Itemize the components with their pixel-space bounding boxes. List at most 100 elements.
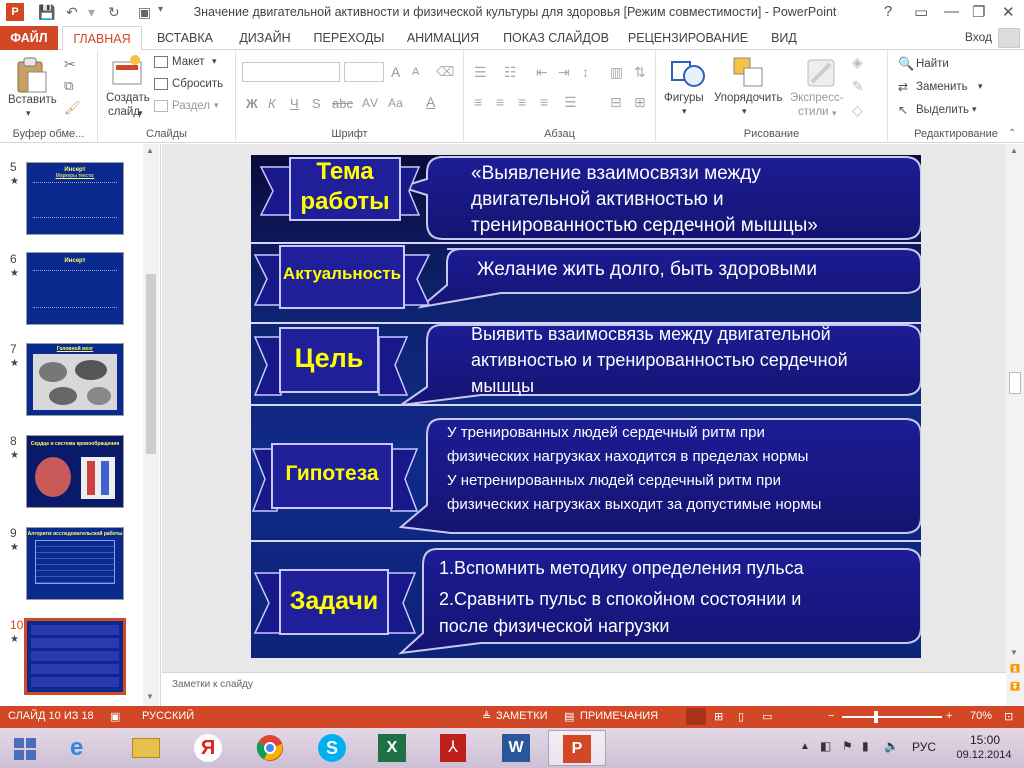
slide-thumbnail-7[interactable]: Головной мозг	[26, 343, 124, 416]
slide-scrollbar[interactable]: ▲ ▼ ⏫ ⏬	[1006, 144, 1024, 706]
new-slide-dropdown-icon[interactable]: ▾	[138, 108, 143, 119]
comments-button[interactable]: ПРИМЕЧАНИЯ	[580, 710, 658, 722]
show-hidden-icons-icon[interactable]: ▲	[800, 741, 810, 752]
shape-outline-icon[interactable]: ✎	[852, 78, 864, 95]
yandex-taskbar-button[interactable]: Я	[178, 730, 236, 766]
thumbnails-scrollbar[interactable]: ▲ ▼	[143, 144, 159, 706]
new-slide-button[interactable]: Создать	[106, 92, 150, 104]
align-text-icon[interactable]: ⊟	[610, 94, 622, 111]
arrange-icon[interactable]	[732, 56, 766, 90]
zoom-level[interactable]: 70%	[970, 710, 992, 722]
spellcheck-icon[interactable]: ▣	[110, 710, 120, 723]
shape-effects-icon[interactable]: ◇	[852, 102, 863, 119]
section-dropdown-icon[interactable]: ▾	[214, 100, 219, 111]
excel-taskbar-button[interactable]: X	[362, 730, 420, 766]
increase-indent-icon[interactable]: ⇥	[558, 64, 570, 81]
reset-button[interactable]: Сбросить	[172, 78, 223, 90]
shapes-button[interactable]: Фигуры	[664, 92, 704, 104]
arrange-dropdown-icon[interactable]: ▾	[742, 106, 747, 117]
change-case-button[interactable]: Аа	[388, 96, 403, 110]
ie-taskbar-button[interactable]: e	[52, 730, 110, 766]
tasks-text[interactable]: 1.Вспомнить методику определения пульса …	[439, 553, 804, 642]
fit-slide-icon[interactable]: ⊡	[1004, 710, 1013, 723]
format-painter-icon[interactable]: 🖌	[64, 100, 81, 116]
zoom-slider-thumb[interactable]	[874, 711, 878, 723]
prev-slide-icon[interactable]: ⏫	[1010, 664, 1020, 673]
layout-dropdown-icon[interactable]: ▾	[212, 56, 217, 67]
shrink-font-button[interactable]: A	[412, 66, 419, 78]
grow-font-button[interactable]: A	[391, 64, 400, 80]
reading-view-icon[interactable]: ▯	[738, 710, 744, 723]
zoom-in-icon[interactable]: +	[946, 710, 952, 722]
action-center-icon[interactable]: ⚑	[842, 739, 853, 753]
minimize-button[interactable]: —	[944, 3, 959, 20]
tab-animations[interactable]: АНИМАЦИЯ	[398, 26, 488, 50]
tab-review[interactable]: РЕЦЕНЗИРОВАНИЕ	[624, 26, 752, 50]
shadow-button[interactable]: S	[312, 96, 321, 111]
volume-icon[interactable]: 🔈	[884, 739, 899, 753]
new-slide-icon[interactable]	[110, 54, 144, 88]
slide-sorter-icon[interactable]: ⊞	[714, 710, 723, 723]
ribbon-display-options-button[interactable]: ▭	[914, 3, 928, 21]
slide-thumbnail-8[interactable]: Сердце и система кровообращения	[26, 435, 124, 508]
tab-view[interactable]: ВИД	[760, 26, 808, 50]
smartart-icon[interactable]: ⊞	[634, 94, 646, 111]
notes-pane[interactable]: Заметки к слайду	[162, 672, 1006, 706]
tab-home[interactable]: ГЛАВНАЯ	[62, 26, 142, 51]
close-button[interactable]: ✕	[1002, 3, 1015, 21]
cut-icon[interactable]: ✂	[64, 56, 76, 73]
maximize-button[interactable]: ❐	[972, 3, 985, 21]
start-slideshow-icon[interactable]: ▣	[138, 4, 151, 21]
clock-time[interactable]: 15:00	[960, 733, 1010, 747]
explorer-taskbar-button[interactable]	[116, 730, 174, 766]
notes-toggle-icon[interactable]: ≜	[482, 710, 491, 723]
topic-text[interactable]: «Выявление взаимосвязи между двигательно…	[471, 161, 818, 239]
slide-thumbnail-5[interactable]: Инсерт Маркеры текста:	[26, 162, 124, 235]
quick-styles-button[interactable]: Экспресс-	[790, 92, 844, 104]
numbering-icon[interactable]: ☷	[504, 64, 517, 81]
network-icon[interactable]: ▮	[862, 739, 869, 753]
tab-design[interactable]: ДИЗАЙН	[230, 26, 300, 50]
align-center-icon[interactable]: ≡	[496, 94, 504, 110]
scroll-thumb[interactable]	[1009, 372, 1021, 394]
font-color-button[interactable]: A	[426, 94, 435, 110]
tab-insert[interactable]: ВСТАВКА	[150, 26, 220, 50]
justify-icon[interactable]: ≡	[540, 94, 548, 110]
windows-start-icon[interactable]	[14, 738, 36, 760]
columns-icon[interactable]: ▥	[610, 64, 623, 81]
slide-thumbnail-9[interactable]: Алгоритм исследовательской работы	[26, 527, 124, 600]
tray-app-icon[interactable]: ◧	[820, 739, 831, 753]
section-button[interactable]: Раздел	[172, 100, 210, 112]
chrome-taskbar-button[interactable]	[240, 730, 298, 766]
collapse-ribbon-icon[interactable]: ⌃	[1008, 128, 1016, 139]
align-right-icon[interactable]: ≡	[518, 94, 526, 110]
word-taskbar-button[interactable]: W	[486, 730, 544, 766]
italic-button[interactable]: К	[268, 96, 276, 111]
paste-button[interactable]: Вставить	[8, 94, 57, 106]
char-spacing-button[interactable]: АV	[362, 96, 378, 110]
line-spacing-icon[interactable]: ↕	[582, 64, 589, 80]
decrease-indent-icon[interactable]: ⇤	[536, 64, 548, 81]
bold-button[interactable]: Ж	[246, 96, 258, 111]
find-button[interactable]: Найти	[916, 58, 949, 70]
scroll-up-icon[interactable]: ▲	[1010, 146, 1018, 155]
paste-icon[interactable]	[14, 56, 48, 94]
quick-styles-dropdown-icon[interactable]: ▾	[832, 108, 837, 119]
shapes-icon[interactable]	[670, 56, 706, 90]
shapes-dropdown-icon[interactable]: ▾	[682, 106, 687, 117]
normal-view-icon[interactable]	[686, 708, 706, 725]
font-size-combo[interactable]	[344, 62, 384, 82]
font-name-combo[interactable]	[242, 62, 340, 82]
paste-dropdown-icon[interactable]: ▾	[26, 108, 31, 119]
acrobat-taskbar-button[interactable]: ⅄	[424, 730, 482, 766]
powerpoint-taskbar-button[interactable]: P	[548, 730, 606, 766]
goal-text[interactable]: Выявить взаимосвязь между двигательной а…	[471, 321, 848, 399]
current-slide[interactable]: Тема работы Актуальность Цель Гипотеза З…	[251, 155, 921, 658]
shape-fill-icon[interactable]: ◈	[852, 54, 863, 71]
layout-button[interactable]: Макет	[172, 56, 205, 68]
scroll-up-icon[interactable]: ▲	[146, 146, 154, 155]
relevance-text[interactable]: Желание жить долго, быть здоровыми	[477, 259, 817, 281]
scroll-down-icon[interactable]: ▼	[146, 692, 154, 701]
sign-in-link[interactable]: Вход	[965, 30, 992, 44]
distributed-icon[interactable]: ☰	[564, 94, 577, 111]
